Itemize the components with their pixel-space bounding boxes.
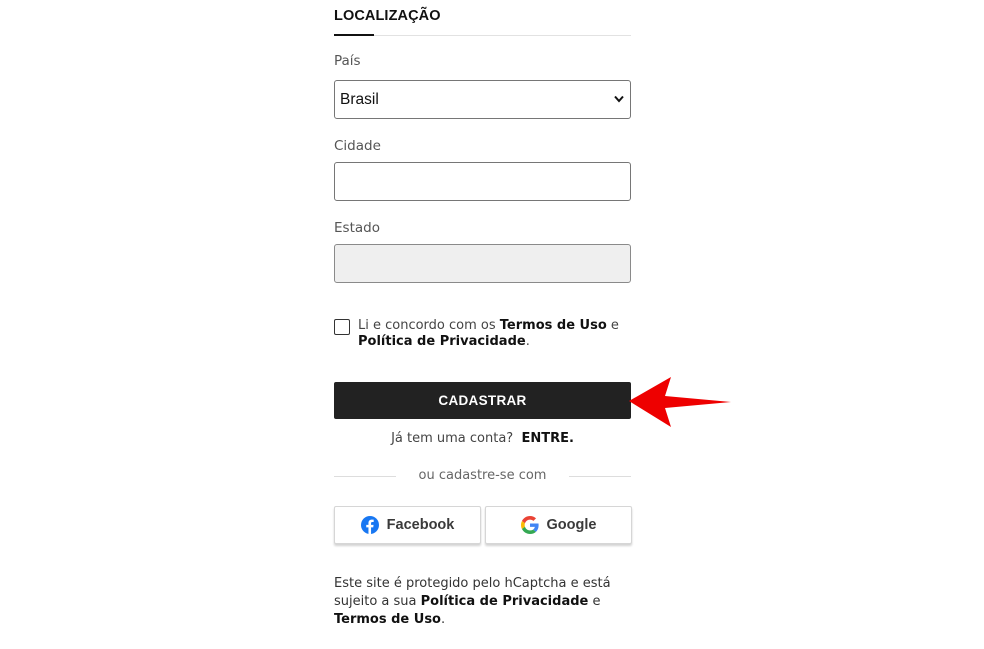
legal-privacy-policy-link[interactable]: Política de Privacidade	[421, 594, 589, 609]
google-icon	[520, 516, 539, 534]
state-label: Estado	[334, 220, 380, 236]
country-select-value: Brasil	[340, 91, 379, 108]
hcaptcha-legal-text: Este site é protegido pelo hCaptcha e es…	[334, 575, 624, 629]
consent-middle: e	[606, 318, 619, 333]
country-label: País	[334, 53, 361, 69]
consent-prefix: Li e concordo com os	[358, 318, 500, 333]
facebook-label: Facebook	[386, 517, 455, 533]
signup-page: LOCALIZAÇÃO País Brasil Cidade Estado Li…	[0, 0, 984, 649]
social-divider: ou cadastre-se com	[334, 468, 631, 486]
legal-middle: e	[588, 594, 601, 609]
divider-text: ou cadastre-se com	[418, 468, 547, 483]
google-signup-button[interactable]: Google	[485, 506, 632, 544]
legal-suffix: .	[440, 612, 446, 627]
login-prompt-text: Já tem uma conta?	[391, 431, 514, 446]
city-input[interactable]	[334, 162, 631, 201]
terms-checkbox[interactable]	[334, 319, 350, 335]
login-link[interactable]: ENTRE.	[521, 431, 573, 446]
legal-terms-of-use-link[interactable]: Termos de Uso	[334, 612, 441, 627]
country-select[interactable]: Brasil	[334, 80, 631, 119]
privacy-policy-link[interactable]: Política de Privacidade	[358, 334, 526, 349]
section-divider	[334, 35, 631, 36]
section-title-underline	[334, 34, 374, 36]
chevron-down-icon	[614, 95, 624, 103]
facebook-icon	[360, 516, 379, 534]
terms-consent-text: Li e concordo com os Termos de Uso e Pol…	[358, 318, 633, 350]
login-prompt: Já tem uma conta? ENTRE.	[334, 431, 631, 446]
section-title-location: LOCALIZAÇÃO	[334, 8, 441, 24]
facebook-signup-button[interactable]: Facebook	[334, 506, 481, 544]
terms-of-use-link[interactable]: Termos de Uso	[500, 318, 607, 333]
consent-suffix: .	[525, 334, 530, 349]
red-arrow-icon	[629, 377, 731, 427]
city-label: Cidade	[334, 138, 381, 154]
state-input	[334, 244, 631, 283]
register-button[interactable]: CADASTRAR	[334, 382, 631, 419]
google-label: Google	[546, 517, 597, 533]
